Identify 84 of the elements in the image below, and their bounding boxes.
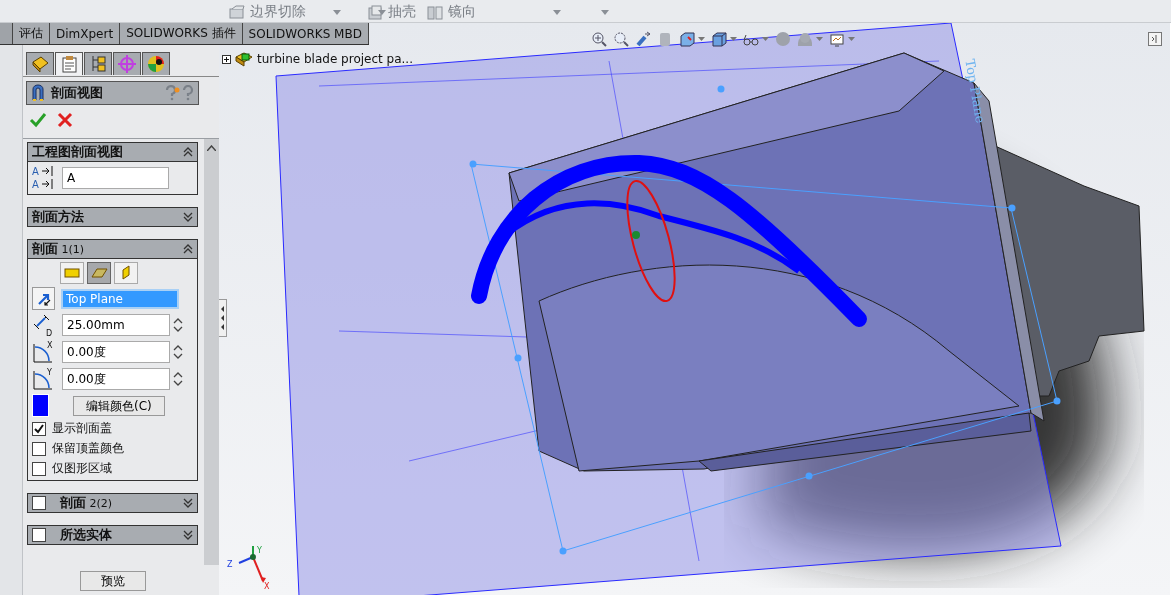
caret-icon[interactable] — [553, 10, 561, 15]
checkbox-label: 仅图形区域 — [52, 460, 112, 477]
spin-down-icon[interactable] — [172, 379, 184, 388]
panel-title: 剖面视图 — [51, 84, 104, 102]
label-field[interactable]: A — [62, 167, 169, 189]
checkmark-icon — [34, 423, 44, 434]
axis-label: Y — [257, 546, 262, 555]
expand-icon[interactable] — [222, 54, 231, 64]
color-ball-icon — [146, 54, 166, 74]
checkbox[interactable] — [32, 461, 46, 476]
ribbon-command[interactable]: 边界切除 — [228, 2, 306, 22]
checkbox-label: 显示剖面盖 — [52, 420, 112, 437]
spin-down-icon[interactable] — [172, 325, 184, 334]
scroll-bar[interactable] — [204, 139, 219, 565]
number-field[interactable]: 0.00度 — [62, 368, 170, 390]
plane-handles-drawing[interactable] — [469, 85, 1061, 555]
tree-item[interactable]: turbine blade project pa... — [257, 52, 413, 66]
block-icon — [30, 54, 50, 74]
caret-icon[interactable] — [762, 37, 769, 41]
section-view-icon — [31, 84, 45, 102]
caret-icon[interactable] — [730, 37, 737, 41]
close-icon[interactable] — [57, 112, 73, 128]
group-title: 剖面 2(2) — [59, 494, 114, 512]
spin-up-icon[interactable] — [172, 370, 184, 379]
group-title: 剖面 1(1) — [32, 240, 86, 258]
spin-up-icon[interactable] — [172, 316, 184, 325]
spin-up-icon[interactable] — [172, 343, 184, 352]
reverse-direction-button[interactable] — [32, 287, 55, 310]
command-tab[interactable]: 评估 — [13, 23, 50, 44]
number-field[interactable]: 25.00mm — [62, 314, 170, 336]
group-header[interactable]: 剖面方法 — [28, 208, 198, 226]
collapse-icon[interactable] — [183, 147, 194, 157]
axis-label: X — [264, 582, 270, 591]
checkbox[interactable] — [32, 421, 46, 436]
collapse-icon[interactable] — [183, 244, 194, 254]
edit-color-button[interactable]: 编辑颜色(C) — [73, 395, 165, 416]
origin-point — [632, 231, 640, 239]
plane-button[interactable] — [87, 262, 111, 284]
group-header[interactable]: 剖面 2(2) — [28, 494, 198, 512]
command-tab[interactable]: SOLIDWORKS 插件 — [120, 23, 243, 44]
cube-icon[interactable] — [711, 31, 727, 47]
group-header[interactable]: 所选实体 — [28, 526, 198, 544]
plane-button[interactable] — [60, 262, 84, 284]
part-icon — [234, 50, 254, 68]
panel-toggle-icon[interactable] — [1148, 32, 1162, 46]
axis-triad-drawing — [238, 545, 266, 583]
plane-button[interactable] — [114, 262, 138, 284]
caret-icon[interactable] — [333, 10, 341, 15]
splitter-handle[interactable] — [219, 299, 227, 337]
arrows-icon — [219, 305, 225, 331]
check-icon[interactable] — [29, 112, 47, 128]
checkbox-label: 保留顶盖颜色 — [52, 440, 124, 457]
caret-icon[interactable] — [378, 10, 386, 15]
color-swatch[interactable] — [32, 394, 49, 417]
axis-label: Z — [227, 560, 233, 569]
clipboard-icon — [59, 54, 79, 74]
spin-down-icon[interactable] — [172, 352, 184, 361]
caret-icon[interactable] — [698, 37, 705, 41]
panel-tab[interactable] — [26, 52, 54, 75]
group-title: 剖面方法 — [32, 208, 85, 226]
cube-icon[interactable] — [679, 31, 695, 47]
checkbox[interactable] — [32, 528, 46, 542]
group-title: 所选实体 — [59, 526, 113, 544]
zoom-area-icon[interactable] — [613, 31, 629, 47]
group-header[interactable]: 工程图剖面视图 — [28, 143, 198, 162]
command-tab[interactable]: SOLIDWORKS MBD — [242, 23, 369, 44]
number-field[interactable]: 0.00度 — [62, 341, 170, 363]
plane-label: Top Plane — [962, 58, 989, 125]
group-header[interactable]: 剖面 1(1) — [28, 240, 198, 259]
ribbon-command[interactable]: 抽壳 — [366, 2, 416, 22]
checkbox[interactable] — [32, 496, 46, 510]
panel-tab[interactable] — [142, 52, 170, 75]
checkbox[interactable] — [32, 441, 46, 456]
preview-button[interactable]: 预览 — [79, 571, 146, 591]
group-title: 工程图剖面视图 — [32, 143, 124, 161]
scroll-up-icon[interactable] — [207, 145, 217, 151]
command-tab[interactable]: DimXpert — [50, 23, 121, 44]
zoom-icon[interactable] — [591, 31, 607, 47]
caret-icon[interactable] — [601, 10, 609, 15]
ribbon-command[interactable]: 镜向 — [426, 2, 476, 22]
monitor-icon[interactable] — [829, 31, 845, 47]
wand-icon[interactable] — [635, 31, 651, 47]
panel-tab[interactable] — [55, 52, 83, 75]
crosshair-icon — [117, 54, 137, 74]
